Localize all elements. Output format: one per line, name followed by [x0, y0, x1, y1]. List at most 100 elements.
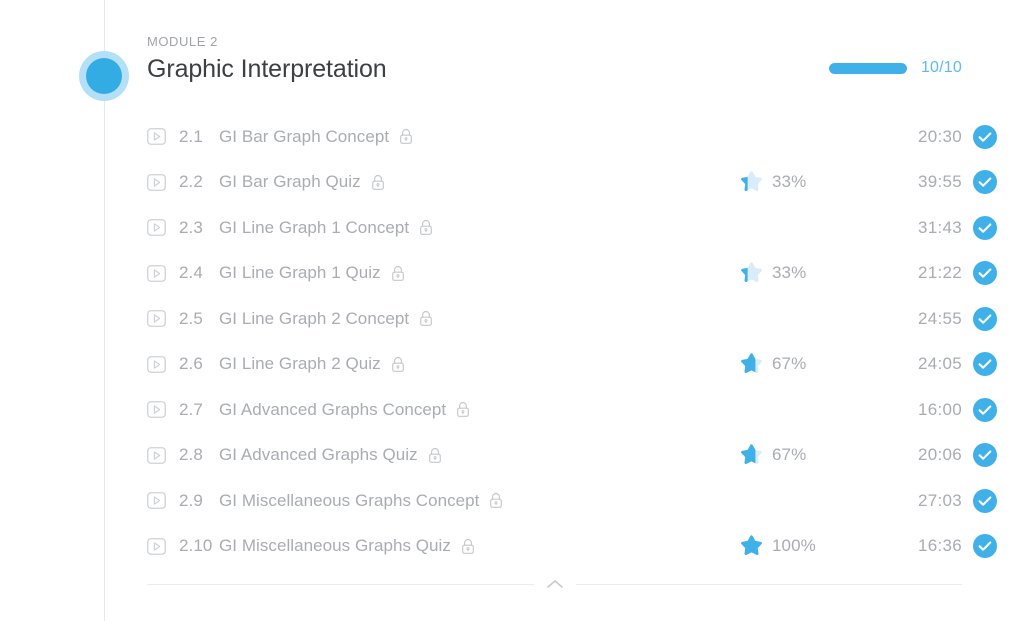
- lesson-score: 33%: [740, 262, 868, 285]
- lesson-title: GI Bar Graph Concept: [219, 126, 390, 146]
- play-icon[interactable]: [147, 401, 166, 419]
- lesson-duration: 39:55: [917, 172, 962, 192]
- lesson-list: 2.1 GI Bar Graph Concept 20:30 2.2 GI Bar Gr…: [147, 114, 997, 570]
- lesson-duration: 20:30: [917, 126, 962, 146]
- play-icon[interactable]: [147, 128, 166, 146]
- lesson-index: 2.1: [179, 126, 203, 146]
- module-progress: 10/10: [828, 59, 962, 77]
- play-icon[interactable]: [147, 492, 166, 510]
- progress-bar-track: [828, 62, 907, 74]
- lesson-index: 2.2: [179, 172, 203, 192]
- check-circle-icon: [973, 170, 997, 195]
- lesson-completed-badge: [973, 443, 997, 468]
- lock-icon: [457, 402, 470, 418]
- star-icon: [741, 444, 762, 464]
- lesson-row[interactable]: 2.9 GI Miscellaneous Graphs Concept 27:03: [147, 478, 997, 524]
- star-icon: [741, 353, 762, 373]
- lock-icon: [462, 538, 474, 554]
- check-circle-icon: [973, 397, 997, 422]
- lesson-row[interactable]: 2.8 GI Advanced Graphs Quiz 67% 20:06: [147, 433, 997, 479]
- lesson-score-label: 33%: [772, 172, 807, 192]
- progress-bar-fill: [828, 62, 907, 74]
- play-icon[interactable]: [147, 264, 166, 282]
- lesson-title: GI Line Graph 1 Quiz: [219, 263, 381, 283]
- check-circle-icon: [973, 306, 997, 331]
- lock-icon: [371, 174, 384, 190]
- lesson-duration: 20:06: [917, 445, 962, 465]
- lesson-row[interactable]: 2.4 GI Line Graph 1 Quiz 33% 21:22: [147, 251, 997, 297]
- lesson-title: GI Line Graph 2 Concept: [219, 308, 410, 328]
- lesson-index: 2.4: [179, 263, 203, 283]
- lesson-index: 2.8: [179, 445, 203, 465]
- lock-icon: [391, 265, 404, 281]
- lesson-row[interactable]: 2.7 GI Advanced Graphs Concept 16:00: [147, 387, 997, 433]
- lesson-title: GI Advanced Graphs Quiz: [219, 445, 418, 465]
- lesson-row[interactable]: 2.6 GI Line Graph 2 Quiz 67% 24:05: [147, 342, 997, 388]
- lock-icon: [420, 311, 433, 327]
- lesson-completed-badge: [973, 261, 997, 286]
- check-circle-icon: [973, 534, 997, 559]
- lesson-score: 100%: [740, 535, 868, 558]
- lesson-completed-badge: [973, 170, 997, 195]
- play-icon[interactable]: [147, 219, 166, 237]
- divider-right: [575, 583, 962, 585]
- lesson-duration: 24:05: [917, 354, 962, 374]
- collapse-module-control[interactable]: [147, 578, 962, 590]
- lesson-index: 2.10: [179, 536, 213, 556]
- lock-icon: [400, 129, 413, 145]
- star-icon: [741, 535, 762, 555]
- module-panel: MODULE 2 Graphic Interpretation 10/10 2.…: [0, 0, 1024, 621]
- lesson-score: 33%: [740, 171, 868, 194]
- lesson-index: 2.7: [179, 399, 203, 419]
- lesson-completed-badge: [973, 397, 997, 422]
- play-icon[interactable]: [147, 537, 166, 555]
- lesson-duration: 21:22: [917, 263, 962, 283]
- lesson-row[interactable]: 2.2 GI Bar Graph Quiz 33% 39:55: [147, 160, 997, 206]
- lesson-index: 2.5: [179, 308, 203, 328]
- lesson-score-label: 67%: [772, 445, 807, 465]
- check-circle-icon: [973, 215, 997, 240]
- lesson-title: GI Miscellaneous Graphs Quiz: [219, 536, 451, 556]
- check-circle-icon: [973, 352, 997, 377]
- star-icon: [741, 171, 762, 191]
- lesson-completed-badge: [973, 534, 997, 559]
- lesson-completed-badge: [973, 215, 997, 240]
- lesson-completed-badge: [973, 306, 997, 331]
- lock-icon: [420, 220, 433, 236]
- lesson-score: 67%: [740, 444, 868, 467]
- lesson-completed-badge: [973, 352, 997, 377]
- lesson-score-label: 33%: [772, 263, 807, 283]
- lesson-title: GI Bar Graph Quiz: [219, 172, 361, 192]
- play-icon[interactable]: [147, 310, 166, 328]
- lesson-title: GI Advanced Graphs Concept: [219, 399, 447, 419]
- lesson-title: GI Line Graph 2 Quiz: [219, 354, 381, 374]
- lesson-completed-badge: [973, 124, 997, 149]
- lesson-title: GI Miscellaneous Graphs Concept: [219, 490, 480, 510]
- lesson-row[interactable]: 2.3 GI Line Graph 1 Concept 31:43: [147, 205, 997, 251]
- lesson-duration: 27:03: [917, 490, 962, 510]
- progress-count-label: 10/10: [920, 59, 962, 76]
- lesson-completed-badge: [973, 488, 997, 513]
- play-icon[interactable]: [147, 355, 166, 373]
- lesson-row[interactable]: 2.1 GI Bar Graph Concept 20:30: [147, 114, 997, 160]
- lesson-score-label: 100%: [772, 536, 816, 556]
- lock-icon: [391, 356, 404, 372]
- check-circle-icon: [973, 261, 997, 286]
- lesson-row[interactable]: 2.5 GI Line Graph 2 Concept 24:55: [147, 296, 997, 342]
- play-icon[interactable]: [147, 173, 166, 191]
- lesson-duration: 31:43: [917, 217, 962, 237]
- lesson-title: GI Line Graph 1 Concept: [219, 217, 410, 237]
- play-icon[interactable]: [147, 446, 166, 464]
- divider-left: [147, 583, 534, 585]
- module-kicker: MODULE 2: [147, 34, 218, 49]
- lock-icon: [428, 447, 441, 463]
- lesson-duration: 16:36: [917, 536, 962, 556]
- chevron-up-icon[interactable]: [545, 578, 565, 590]
- lesson-index: 2.9: [179, 490, 203, 510]
- lesson-row[interactable]: 2.10 GI Miscellaneous Graphs Quiz 100% 16:3…: [147, 524, 997, 570]
- check-circle-icon: [973, 488, 997, 513]
- lesson-index: 2.6: [179, 354, 203, 374]
- lesson-score-label: 67%: [772, 354, 807, 374]
- lesson-score: 67%: [740, 353, 868, 376]
- star-icon: [741, 262, 762, 282]
